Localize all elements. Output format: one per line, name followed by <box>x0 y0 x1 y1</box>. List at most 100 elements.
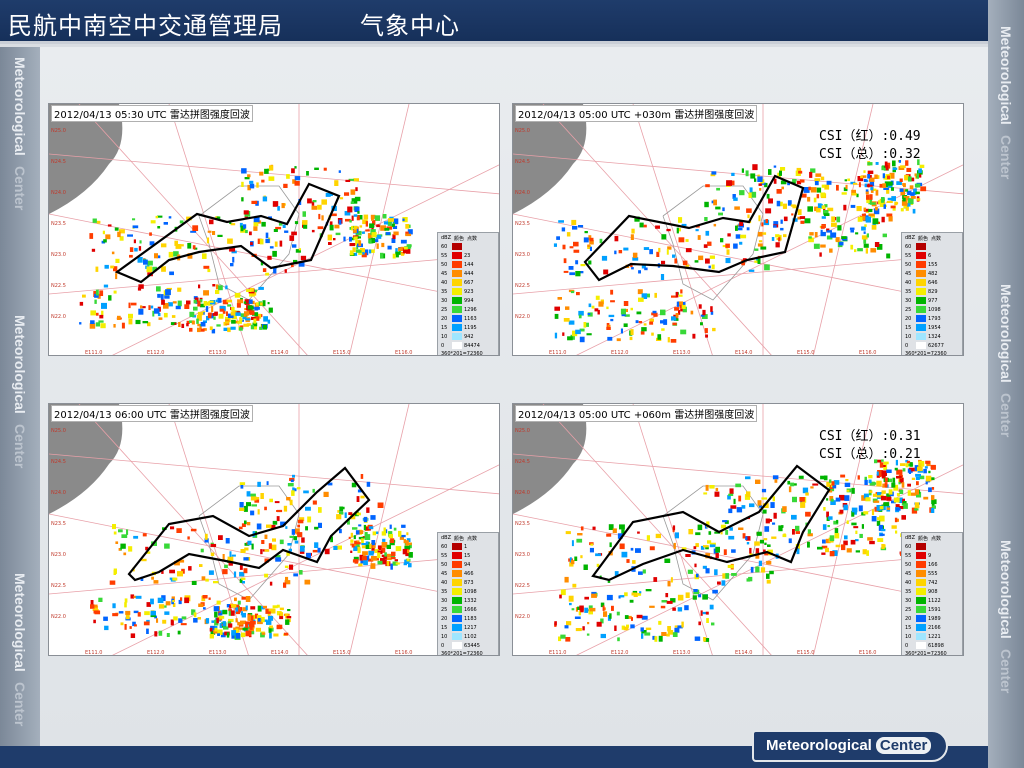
legend-row: 50 94 <box>441 560 495 569</box>
echo-cell <box>600 633 606 639</box>
echo-cell <box>208 300 214 303</box>
echo-cell <box>108 295 112 301</box>
echo-cell <box>614 250 617 255</box>
echo-cell <box>734 206 740 210</box>
csi-red: CSI（红）:0.31 <box>819 429 921 444</box>
echo-cell <box>193 299 197 304</box>
side-label-4: MeteorologicalCenter <box>998 26 1014 180</box>
echo-cell <box>222 554 225 560</box>
echo-cell <box>809 232 814 236</box>
legend-swatch <box>916 615 926 622</box>
legend-swatch <box>916 252 926 259</box>
echo-cell <box>142 306 146 309</box>
echo-cell <box>401 253 405 256</box>
lat-label: N22.0 <box>515 614 530 620</box>
echo-cell <box>682 260 688 266</box>
echo-cell <box>215 289 220 294</box>
csi-score: CSI（红）:0.49 CSI（总）:0.32 <box>819 128 921 164</box>
echo-cell <box>887 175 890 180</box>
echo-cell <box>760 246 767 250</box>
echo-cell <box>363 560 368 566</box>
echo-cell <box>722 207 725 212</box>
lon-label: E114.0 <box>735 350 752 356</box>
echo-cell <box>769 570 774 575</box>
echo-cell <box>925 475 932 482</box>
echo-cell <box>350 189 356 195</box>
echo-cell <box>863 239 867 244</box>
echo-cell <box>234 597 237 602</box>
echo-cell <box>814 232 818 238</box>
echo-cell <box>311 205 317 210</box>
legend-header: dBZ 颜色 点数 <box>441 235 495 242</box>
echo-cell <box>783 234 787 238</box>
echo-cell <box>791 514 797 520</box>
radar-panel-1: E111.0 E112.0 E113.0 E114.0 E115.0 E116.0 N25.… <box>48 103 500 356</box>
echo-cell <box>241 181 244 187</box>
legend-count: 1989 <box>928 615 941 622</box>
echo-cell <box>608 314 615 318</box>
echo-cell <box>276 516 280 522</box>
echo-cell <box>154 253 158 259</box>
echo-cell <box>883 502 890 507</box>
echo-cell <box>307 516 312 523</box>
echo-cell <box>800 502 806 508</box>
echo-cell <box>841 192 847 195</box>
echo-cell <box>192 225 199 231</box>
echo-cell <box>214 611 218 618</box>
echo-cell <box>640 627 644 632</box>
legend-row: 20 1163 <box>441 314 495 323</box>
legend-header-cell: 颜色 <box>454 536 465 542</box>
echo-cell <box>186 300 191 305</box>
echo-cell <box>184 304 190 309</box>
echo-cell <box>239 565 243 570</box>
footer-logo: Meteorological Center <box>752 730 948 762</box>
echo-cell <box>314 167 319 170</box>
echo-cell <box>154 631 158 637</box>
echo-cell <box>866 550 869 556</box>
legend-count: 482 <box>928 270 938 277</box>
echo-cell <box>348 536 351 539</box>
echo-cell <box>850 539 856 545</box>
legend-level: 15 <box>905 324 912 331</box>
echo-cell <box>246 323 252 326</box>
echo-cell <box>661 328 665 331</box>
echo-cell <box>284 269 287 273</box>
echo-cell <box>883 187 889 190</box>
echo-cell <box>146 266 153 273</box>
echo-cell <box>359 225 363 228</box>
echo-cell <box>576 538 583 543</box>
echo-cell <box>685 248 692 253</box>
lon-label: E116.0 <box>859 350 876 356</box>
echo-cell <box>302 220 308 225</box>
legend-swatch <box>452 624 462 631</box>
echo-cell <box>202 253 207 259</box>
legend-row: 45 444 <box>441 269 495 278</box>
echo-cell <box>747 214 750 219</box>
legend-count: 1163 <box>464 315 477 322</box>
echo-cell <box>328 242 332 245</box>
echo-cell <box>354 196 361 202</box>
echo-cell <box>358 563 363 567</box>
echo-cell <box>630 547 634 551</box>
echo-cell <box>129 626 132 629</box>
echo-cell <box>191 580 197 585</box>
echo-cell <box>235 312 241 316</box>
legend-count: 742 <box>928 579 938 586</box>
echo-cell <box>614 625 617 631</box>
legend-row: 10 1324 <box>905 332 959 341</box>
echo-cell <box>666 228 671 232</box>
echo-cell <box>204 533 208 540</box>
echo-cell <box>645 627 652 630</box>
echo-cell <box>363 524 366 531</box>
echo-cell <box>931 487 935 490</box>
echo-cell <box>589 607 596 612</box>
side-label-3: MeteorologicalCenter <box>12 573 28 727</box>
legend-swatch <box>916 633 926 640</box>
legend-header-cell: 颜色 <box>918 236 929 242</box>
echo-cell <box>377 552 381 559</box>
echo-cell <box>809 171 813 178</box>
echo-cell <box>291 490 295 496</box>
legend-row: 50 155 <box>905 260 959 269</box>
echo-cell <box>268 176 275 181</box>
echo-cell <box>826 230 832 233</box>
